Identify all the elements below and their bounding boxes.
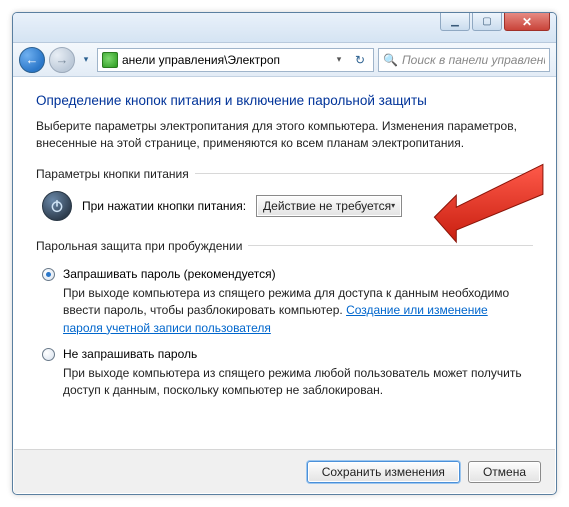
nav-toolbar: ← → ▾ анели управления\Электроп ▾ ↻ 🔍 По…: [13, 43, 556, 77]
search-box[interactable]: 🔍 Поиск в панели управления: [378, 48, 550, 72]
nav-history-dropdown[interactable]: ▾: [79, 54, 93, 65]
nav-forward-button[interactable]: →: [49, 47, 75, 73]
control-panel-icon: [102, 52, 118, 68]
address-text: анели управления\Электроп: [122, 53, 280, 67]
arrow-left-icon: ←: [26, 52, 39, 67]
maximize-button[interactable]: ▢: [472, 13, 502, 31]
page-intro: Выберите параметры электропитания для эт…: [36, 118, 533, 153]
group-wake-password: Парольная защита при пробуждении Запраши…: [36, 239, 533, 416]
cancel-button[interactable]: Отмена: [468, 461, 541, 483]
maximize-icon: ▢: [482, 16, 491, 27]
require-password-desc: При выходе компьютера из спящего режима …: [63, 285, 527, 337]
arrow-right-icon: →: [56, 52, 69, 67]
minimize-icon: ▁: [451, 16, 459, 27]
group-power-legend: Параметры кнопки питания: [36, 167, 189, 181]
search-placeholder: Поиск в панели управления: [402, 53, 545, 67]
search-icon: 🔍: [383, 53, 398, 67]
radio-require-password-label: Запрашивать пароль (рекомендуется): [63, 267, 276, 281]
power-button-label: При нажатии кнопки питания:: [82, 199, 246, 213]
page-title: Определение кнопок питания и включение п…: [36, 93, 533, 108]
content-area: Определение кнопок питания и включение п…: [14, 77, 555, 448]
group-power-button: Параметры кнопки питания При нажатии кно…: [36, 167, 533, 227]
titlebar: ▁ ▢ ✕: [13, 13, 556, 43]
power-icon: [42, 191, 72, 221]
minimize-button[interactable]: ▁: [440, 13, 470, 31]
address-dropdown[interactable]: ▾: [331, 54, 347, 65]
divider: [248, 245, 533, 246]
refresh-button[interactable]: ↻: [351, 53, 369, 67]
divider: [195, 173, 533, 174]
footer: Сохранить изменения Отмена: [14, 449, 555, 493]
radio-no-password[interactable]: [42, 348, 55, 361]
no-password-desc: При выходе компьютера из спящего режима …: [63, 365, 527, 400]
power-action-value: Действие не требуется: [263, 199, 391, 213]
address-bar[interactable]: анели управления\Электроп ▾ ↻: [97, 48, 374, 72]
nav-back-button[interactable]: ←: [19, 47, 45, 73]
save-button[interactable]: Сохранить изменения: [307, 461, 460, 483]
radio-require-password[interactable]: [42, 268, 55, 281]
close-button[interactable]: ✕: [504, 13, 550, 31]
close-icon: ✕: [522, 15, 532, 29]
radio-no-password-label: Не запрашивать пароль: [63, 347, 197, 361]
power-action-combo[interactable]: Действие не требуется ▾: [256, 195, 402, 217]
window: ▁ ▢ ✕ ← → ▾ анели управления\Электроп ▾ …: [12, 12, 557, 495]
chevron-down-icon: ▾: [391, 201, 395, 210]
group-wake-legend: Парольная защита при пробуждении: [36, 239, 242, 253]
